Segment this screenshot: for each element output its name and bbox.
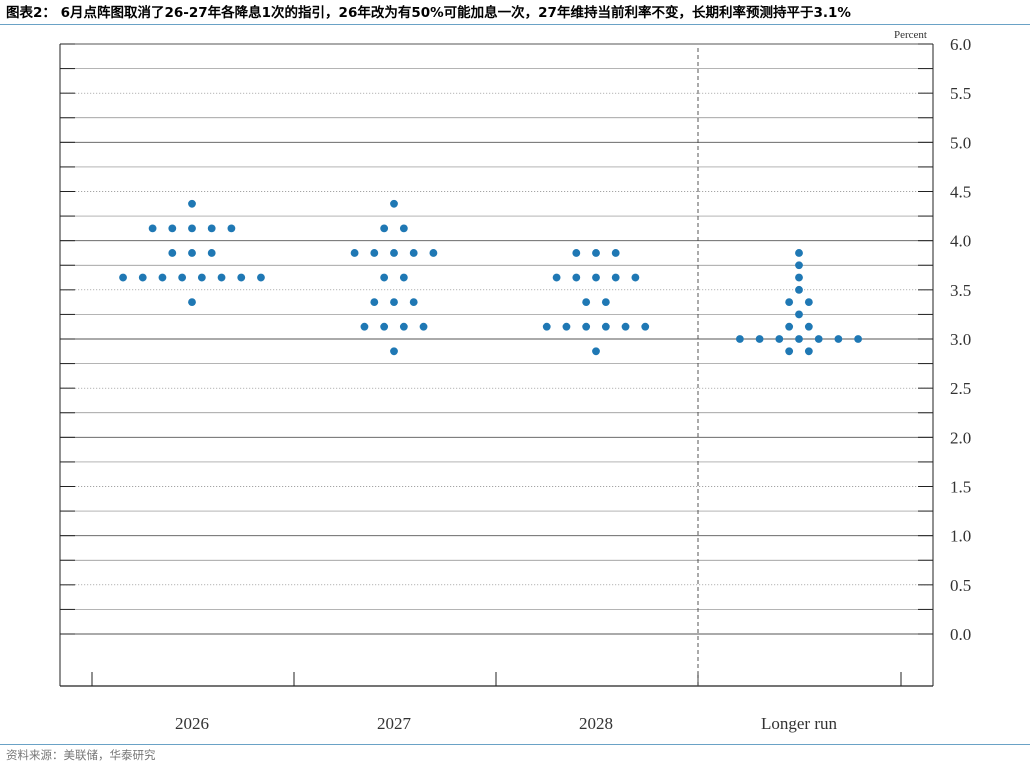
x-category-label: 2026 <box>175 714 209 733</box>
projection-dot <box>237 273 246 282</box>
source-note: 资料来源：美联储，华泰研究 <box>6 748 156 762</box>
projection-dot <box>611 273 620 282</box>
projection-dot <box>785 347 794 356</box>
y-tick-label: 5.0 <box>950 133 971 152</box>
projection-dot <box>572 249 581 257</box>
projection-dot <box>168 249 177 257</box>
projection-dot <box>399 224 408 233</box>
projection-dot <box>399 273 408 282</box>
projection-dot <box>168 224 177 233</box>
projection-dot <box>601 322 610 331</box>
projection-dot <box>795 261 803 270</box>
projection-dot <box>370 249 379 257</box>
projection-dot <box>631 273 640 282</box>
projection-dot <box>795 310 803 319</box>
y-tick-label: 6.0 <box>950 35 971 54</box>
unit-label: Percent <box>894 29 927 41</box>
x-category-label: 2028 <box>579 714 613 733</box>
y-tick-label: 5.5 <box>950 84 971 103</box>
projection-dot <box>582 322 591 331</box>
projection-dot <box>795 249 803 257</box>
projection-dot <box>592 347 600 356</box>
projection-dot <box>834 335 843 343</box>
projection-dot <box>429 249 438 257</box>
projection-dot <box>390 298 398 307</box>
y-tick-label: 4.5 <box>950 183 971 202</box>
dot-layer <box>119 199 862 356</box>
x-category-label: 2027 <box>377 714 412 733</box>
projection-dot <box>641 322 650 331</box>
projection-dot <box>207 249 216 257</box>
projection-dot <box>227 224 236 233</box>
projection-dot <box>370 298 379 307</box>
projection-dot <box>755 335 764 343</box>
projection-dot <box>217 273 226 282</box>
projection-dot <box>601 298 610 307</box>
y-tick-label: 0.0 <box>950 625 971 644</box>
projection-dot <box>611 249 620 257</box>
projection-dot <box>814 335 823 343</box>
projection-dot <box>804 322 813 331</box>
projection-dot <box>138 273 147 282</box>
projection-dot <box>390 249 398 257</box>
projection-dot <box>188 199 196 208</box>
projection-dot <box>399 322 408 331</box>
y-tick-label: 1.0 <box>950 527 971 546</box>
projection-dot <box>582 298 591 307</box>
projection-dot <box>380 273 389 282</box>
projection-dot <box>360 322 369 331</box>
dot-plot-chart: 0.0 0.5 1.0 1.5 2.0 2.5 3.0 3.5 4.0 4.5 5.0 5.5 6.0 2… <box>59 29 971 733</box>
projection-dot <box>785 322 794 331</box>
projection-dot <box>178 273 187 282</box>
projection-dot <box>854 335 862 343</box>
projection-dot <box>592 273 600 282</box>
projection-dot <box>795 335 803 343</box>
projection-dot <box>350 249 359 257</box>
projection-dot <box>572 273 581 282</box>
projection-dot <box>419 322 428 331</box>
projection-dot <box>148 224 157 233</box>
projection-dot <box>158 273 167 282</box>
axis-layer: 0.0 0.5 1.0 1.5 2.0 2.5 3.0 3.5 4.0 4.5 5.0 5.5 6.0 2… <box>59 35 971 733</box>
y-tick-label: 2.0 <box>950 428 971 447</box>
projection-dot <box>409 249 418 257</box>
projection-dot <box>736 335 744 343</box>
projection-dot <box>562 322 571 331</box>
projection-dot <box>390 347 398 356</box>
y-tick-label: 1.5 <box>950 478 971 497</box>
y-tick-label: 0.5 <box>950 576 971 595</box>
projection-dot <box>119 273 127 282</box>
projection-dot <box>188 224 196 233</box>
y-tick-label: 3.5 <box>950 281 971 300</box>
projection-dot <box>197 273 206 282</box>
projection-dot <box>188 249 196 257</box>
y-tick-label: 2.5 <box>950 379 971 398</box>
projection-dot <box>207 224 216 233</box>
projection-dot <box>785 298 794 307</box>
x-category-label: Longer run <box>761 714 838 733</box>
projection-dot <box>775 335 784 343</box>
footer-divider <box>0 744 1030 745</box>
projection-dot <box>804 347 813 356</box>
projection-dot <box>592 249 600 257</box>
projection-dot <box>257 273 265 282</box>
y-tick-label: 3.0 <box>950 330 971 349</box>
y-tick-label: 4.0 <box>950 232 971 251</box>
projection-dot <box>390 199 398 208</box>
projection-dot <box>380 224 389 233</box>
projection-dot <box>804 298 813 307</box>
projection-dot <box>552 273 561 282</box>
projection-dot <box>409 298 418 307</box>
projection-dot <box>542 322 551 331</box>
projection-dot <box>380 322 389 331</box>
projection-dot <box>795 285 803 294</box>
projection-dot <box>795 273 803 282</box>
projection-dot <box>188 298 196 307</box>
projection-dot <box>621 322 630 331</box>
